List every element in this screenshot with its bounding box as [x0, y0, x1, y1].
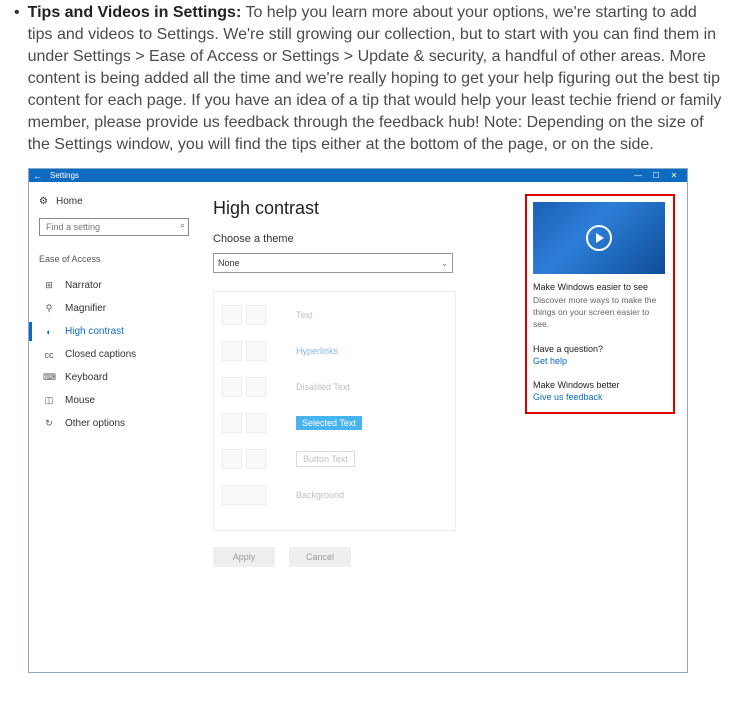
swatch[interactable] [222, 485, 266, 505]
sidebar-item-label: Closed captions [65, 349, 136, 360]
home-button[interactable]: ⚙ Home [39, 196, 201, 207]
high-contrast-icon: ◐ [43, 327, 55, 337]
apply-button[interactable]: Apply [213, 547, 275, 567]
page-title: High contrast [213, 198, 525, 219]
chevron-down-icon: ⌄ [441, 259, 448, 268]
article-paragraph: Tips and Videos in Settings: To help you… [28, 2, 722, 156]
search-input[interactable] [39, 218, 189, 236]
cancel-button[interactable]: Cancel [289, 547, 351, 567]
swatch[interactable] [246, 341, 266, 361]
swatch[interactable] [222, 305, 242, 325]
settings-window: ← Settings — ☐ ✕ ⚙ Home ⌕ Ease of Access [28, 168, 688, 673]
sidebar-item-other-options[interactable]: ↻ Other options [39, 412, 201, 435]
preview-background-label: Background [296, 490, 344, 500]
home-label: Home [56, 196, 83, 207]
gear-icon: ⚙ [39, 196, 48, 207]
preview-disabled-text-label: Disabled Text [296, 382, 350, 392]
choose-theme-label: Choose a theme [213, 233, 525, 245]
search-wrap: ⌕ [39, 217, 201, 236]
main-content: High contrast Choose a theme None ⌄ Text… [209, 182, 525, 672]
give-feedback-link[interactable]: Give us feedback [533, 392, 667, 402]
sidebar-item-label: Magnifier [65, 303, 106, 314]
swatch[interactable] [222, 449, 242, 469]
theme-select[interactable]: None ⌄ [213, 253, 453, 273]
other-options-icon: ↻ [43, 418, 55, 429]
swatch[interactable] [222, 377, 242, 397]
sidebar-item-closed-captions[interactable]: cc Closed captions [39, 343, 201, 366]
sidebar-item-label: Narrator [65, 280, 102, 291]
sidebar-section-label: Ease of Access [39, 254, 201, 264]
bullet: • [14, 2, 20, 24]
tip-question-label: Have a question? [533, 344, 667, 354]
sidebar-item-magnifier[interactable]: ⚲ Magnifier [39, 297, 201, 320]
preview-hyperlinks-label: Hyperlinks [296, 346, 338, 356]
article-body: To help you learn more about your option… [28, 4, 722, 153]
swatch[interactable] [246, 377, 266, 397]
maximize-button[interactable]: ☐ [647, 169, 665, 182]
video-thumbnail[interactable] [533, 202, 665, 274]
swatch[interactable] [222, 413, 242, 433]
sidebar-item-narrator[interactable]: ⊞ Narrator [39, 274, 201, 297]
tip-better-label: Make Windows better [533, 380, 667, 390]
sidebar: ⚙ Home ⌕ Ease of Access ⊞ Narrator ⚲ Mag… [29, 182, 209, 672]
minimize-button[interactable]: — [629, 169, 647, 182]
theme-value: None [218, 258, 240, 268]
preview-text-label: Text [296, 310, 313, 320]
get-help-link[interactable]: Get help [533, 356, 667, 366]
swatch[interactable] [222, 341, 242, 361]
keyboard-icon: ⌨ [43, 372, 55, 383]
magnifier-icon: ⚲ [43, 303, 55, 314]
play-icon [586, 225, 612, 251]
article-bold: Tips and Videos in Settings: [28, 4, 242, 21]
preview-selected-text-label: Selected Text [296, 416, 362, 430]
sidebar-item-high-contrast[interactable]: ◐ High contrast [39, 320, 201, 343]
titlebar: ← Settings — ☐ ✕ [29, 169, 687, 182]
narrator-icon: ⊞ [43, 280, 55, 291]
swatch[interactable] [246, 413, 266, 433]
preview-box: Text Hyperlinks Disabled Text Selected T… [213, 291, 456, 531]
window-title: Settings [50, 171, 79, 180]
sidebar-item-keyboard[interactable]: ⌨ Keyboard [39, 366, 201, 389]
sidebar-item-label: Mouse [65, 395, 95, 406]
closed-captions-icon: cc [43, 350, 55, 360]
preview-button-text-label: Button Text [296, 451, 355, 467]
swatch[interactable] [246, 305, 266, 325]
back-button[interactable]: ← [33, 171, 42, 181]
close-button[interactable]: ✕ [665, 169, 683, 182]
sidebar-item-mouse[interactable]: ◫ Mouse [39, 389, 201, 412]
sidebar-item-label: Other options [65, 418, 125, 429]
swatch[interactable] [246, 449, 266, 469]
mouse-icon: ◫ [43, 395, 55, 406]
sidebar-item-label: Keyboard [65, 372, 108, 383]
tips-panel: Make Windows easier to see Discover more… [525, 194, 675, 414]
tip-video-desc: Discover more ways to make the things on… [533, 294, 667, 330]
tip-video-title: Make Windows easier to see [533, 282, 667, 292]
sidebar-item-label: High contrast [65, 326, 124, 337]
search-icon: ⌕ [180, 220, 185, 231]
